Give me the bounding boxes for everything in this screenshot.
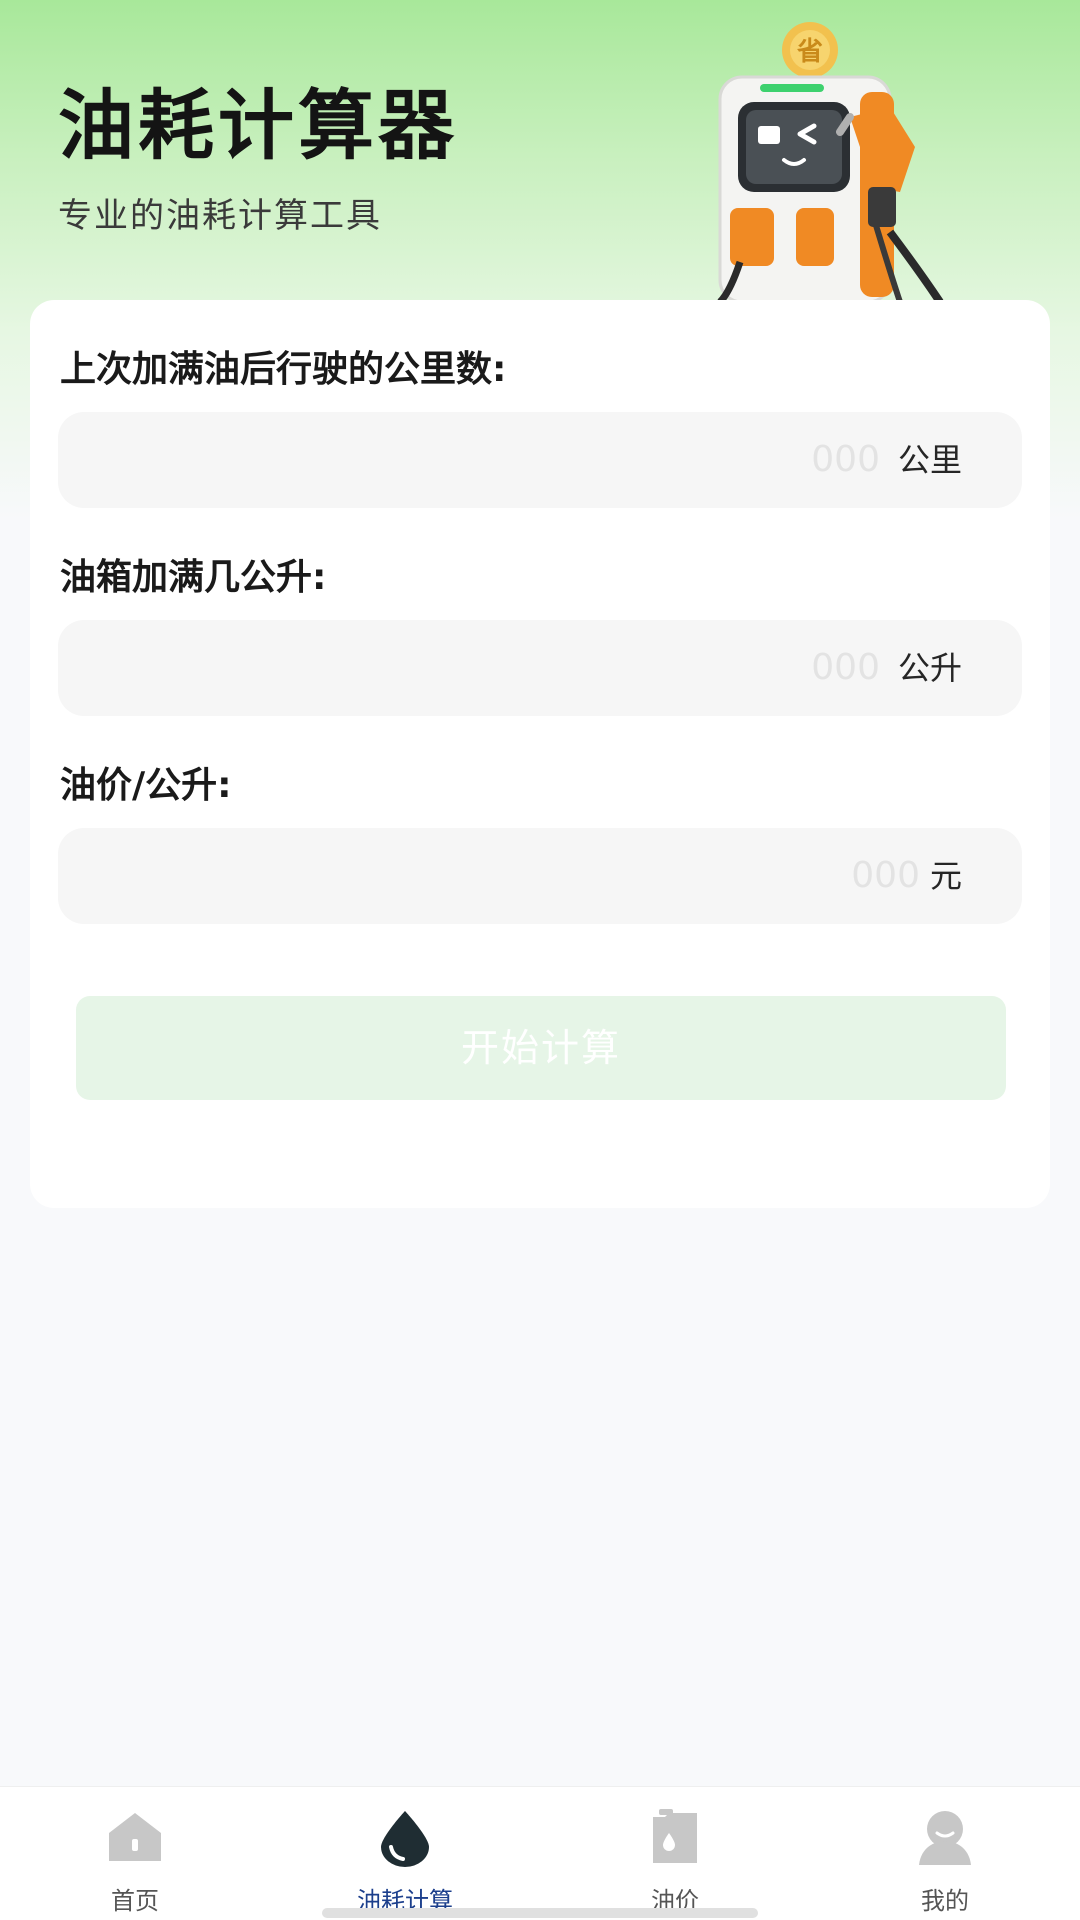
oil-price-input[interactable]: 000 元: [58, 828, 1022, 924]
oil-price-unit: 元: [929, 857, 962, 895]
tank-capacity-label: 油箱加满几公升:: [60, 557, 327, 598]
tank-capacity-unit: 公升: [897, 649, 962, 687]
home-icon: [109, 1813, 161, 1861]
distance-unit: 公里: [897, 441, 962, 479]
tab-oil-price[interactable]: 油价: [540, 1787, 810, 1920]
fuel-pump-mascot-illustration: 省: [717, 22, 944, 302]
tab-mine[interactable]: 我的: [810, 1787, 1080, 1920]
tab-home-label: 首页: [111, 1887, 159, 1915]
oil-drop-icon: [381, 1811, 429, 1867]
fuel-can-icon: [653, 1809, 697, 1863]
bottom-tab-bar: 首页 油耗计算 油价 我的: [0, 1786, 1080, 1920]
start-calculation-button[interactable]: 开始计算: [76, 996, 1006, 1100]
distance-input-placeholder: 000: [811, 439, 880, 480]
page-subtitle: 专业的油耗计算工具: [58, 196, 382, 236]
user-icon: [919, 1811, 971, 1865]
tab-mine-label: 我的: [921, 1887, 969, 1915]
page-title: 油耗计算器: [58, 81, 458, 170]
page: 油耗计算器 专业的油耗计算工具 省 上次加满油后行驶的公里数: 000 公里 油…: [0, 0, 1080, 1920]
distance-label: 上次加满油后行驶的公里数:: [60, 349, 507, 390]
tank-capacity-input-placeholder: 000: [811, 647, 880, 688]
coin-badge-text: 省: [796, 37, 823, 67]
tank-capacity-input[interactable]: 000 公升: [58, 620, 1022, 716]
home-indicator: [322, 1908, 758, 1918]
oil-price-label: 油价/公升:: [60, 765, 232, 806]
tab-home[interactable]: 首页: [0, 1787, 270, 1920]
oil-price-input-placeholder: 000: [851, 855, 920, 896]
calculator-card: 上次加满油后行驶的公里数: 000 公里 油箱加满几公升: 000 公升 油价/…: [30, 300, 1050, 1208]
tab-fuel-consumption[interactable]: 油耗计算: [270, 1787, 540, 1920]
distance-input[interactable]: 000 公里: [58, 412, 1022, 508]
